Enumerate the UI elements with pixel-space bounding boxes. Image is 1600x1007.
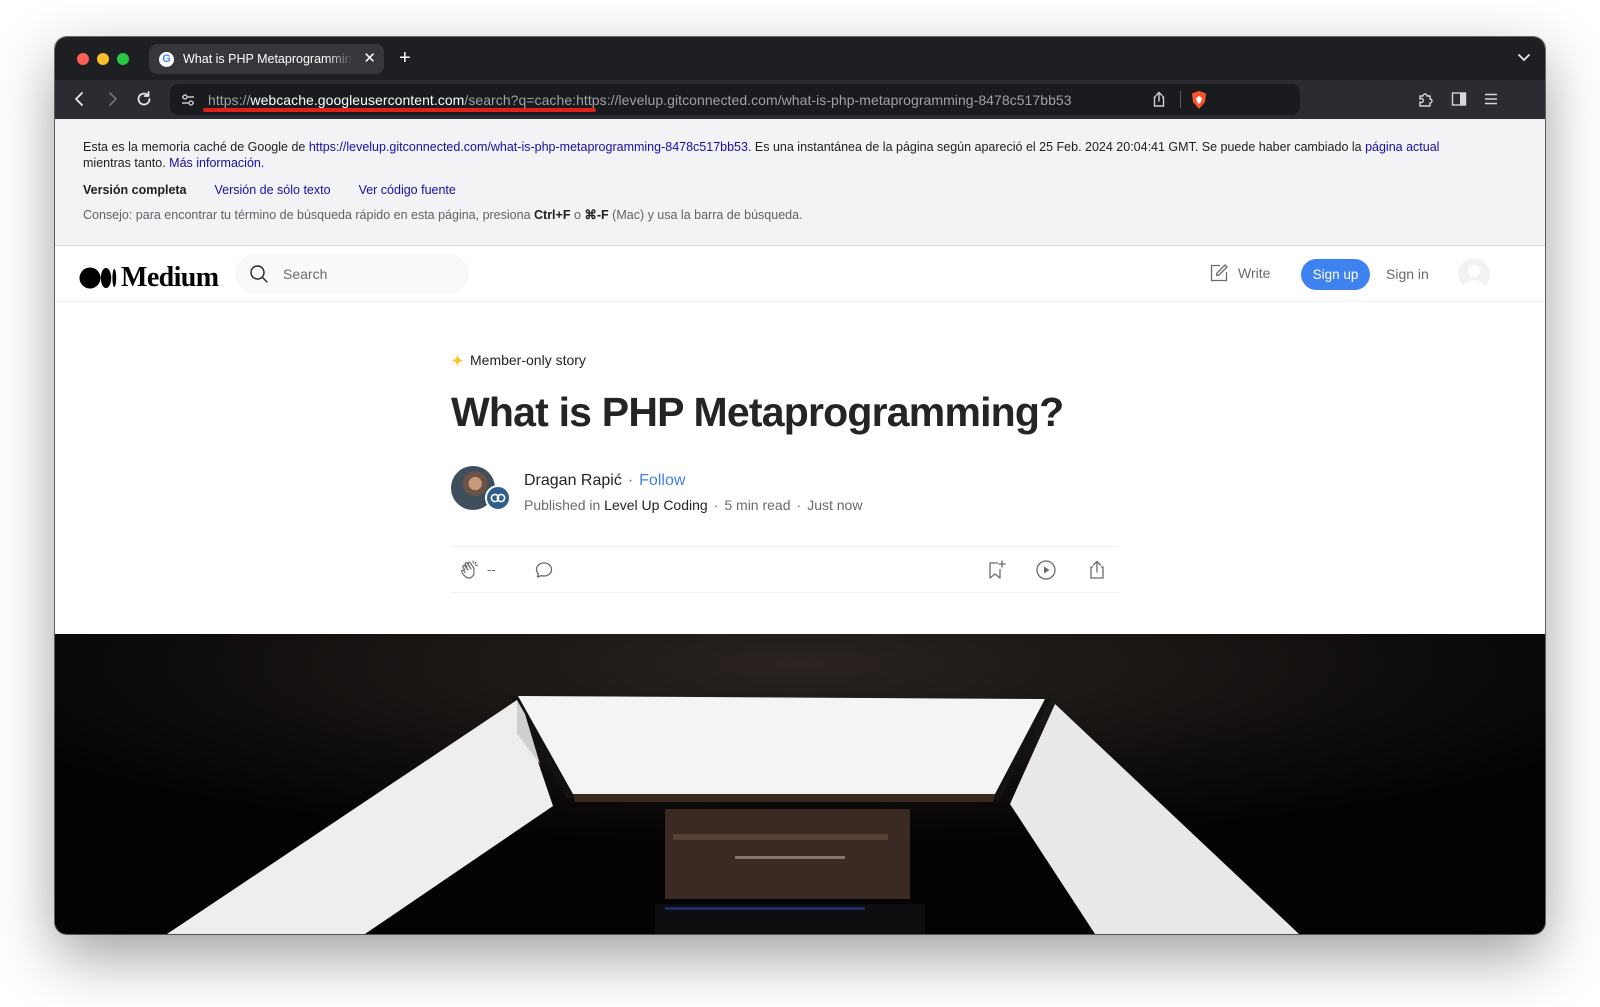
tab-list-chevron-icon[interactable]: [1517, 50, 1531, 64]
browser-window: G What is PHP Metaprogramming? ✕ + https…: [55, 37, 1545, 934]
article-meta: Published in Level Up Coding · 5 min read ·…: [524, 497, 862, 513]
reload-icon[interactable]: [135, 90, 153, 108]
member-only-badge: Member-only story: [451, 352, 586, 368]
minimize-window-button[interactable]: [97, 53, 109, 65]
full-version-label: Versión completa: [83, 183, 187, 197]
current-page-link[interactable]: página actual: [1365, 140, 1439, 154]
medium-header: Medium Search Write Sign up Sign in: [55, 246, 1545, 302]
default-user-icon: [1463, 265, 1485, 290]
tab-strip: G What is PHP Metaprogramming? ✕ +: [55, 37, 1545, 80]
close-tab-icon[interactable]: ✕: [363, 51, 376, 66]
author-line: Dragan Rapić · Follow: [524, 472, 685, 490]
search-input[interactable]: Search: [235, 254, 469, 294]
search-placeholder: Search: [283, 266, 328, 282]
tip-or: o: [570, 208, 585, 222]
medium-logo-mark-icon: [79, 267, 117, 289]
close-window-button[interactable]: [77, 53, 89, 65]
bookmark-add-icon[interactable]: [985, 559, 1007, 581]
share-article-icon[interactable]: [1086, 559, 1108, 581]
tip-shortcut-cmd-f: ⌘-F: [584, 208, 609, 222]
url-path: /search?q=cache:https://levelup.gitconne…: [464, 92, 1072, 108]
site-settings-icon[interactable]: [180, 92, 196, 108]
cache-notice: Esta es la memoria caché de Google de ht…: [83, 139, 1517, 171]
comment-bubble-icon[interactable]: [533, 559, 555, 581]
listen-play-icon[interactable]: [1035, 559, 1057, 581]
more-info-link[interactable]: Más información.: [169, 156, 264, 170]
search-icon: [250, 265, 268, 283]
member-only-label: Member-only story: [470, 352, 586, 368]
article-action-bar: --: [451, 546, 1119, 593]
cache-intro-text: Esta es la memoria caché de Google de: [83, 140, 309, 154]
url-scheme: https://: [208, 92, 251, 108]
write-pencil-icon: [1210, 264, 1228, 282]
meta-separator: ·: [796, 497, 802, 513]
meta-separator: ·: [713, 497, 719, 513]
monitors-photo: [55, 634, 1545, 934]
clap-icon[interactable]: [459, 559, 481, 581]
address-divider: [1180, 91, 1181, 108]
author-name[interactable]: Dragan Rapić: [524, 472, 622, 489]
tab-title: What is PHP Metaprogramming?: [183, 52, 353, 66]
published-time: Just now: [807, 497, 863, 513]
tip-shortcut-ctrl-f: Ctrl+F: [534, 208, 571, 222]
forward-arrow-icon[interactable]: [103, 90, 121, 108]
read-time: 5 min read: [724, 497, 791, 513]
snapshot-text: . Es una instantánea de la página según …: [747, 140, 1366, 154]
member-star-icon: [451, 353, 464, 367]
view-source-link[interactable]: Ver código fuente: [359, 183, 456, 197]
url-text: https://webcache.googleusercontent.com/s…: [208, 92, 1072, 108]
menu-hamburger-icon[interactable]: [1483, 91, 1499, 107]
write-button[interactable]: Write: [1209, 263, 1270, 283]
author-separator: ·: [627, 472, 634, 489]
cache-version-links: Versión completa Versión de sólo texto V…: [83, 183, 1517, 197]
tip-prefix: Consejo: para encontrar tu término de bú…: [83, 208, 534, 222]
back-arrow-icon[interactable]: [71, 90, 89, 108]
meanwhile-text: mientras tanto.: [83, 156, 170, 170]
extensions-puzzle-icon[interactable]: [1417, 90, 1435, 108]
browser-toolbar: https://webcache.googleusercontent.com/s…: [55, 80, 1545, 119]
write-label: Write: [1238, 265, 1271, 281]
medium-logo-word: Medium: [121, 262, 219, 293]
url-host: webcache.googleusercontent.com: [250, 92, 465, 108]
new-tab-button[interactable]: +: [399, 47, 411, 69]
google-cache-banner: Esta es la memoria caché de Google de ht…: [55, 119, 1545, 246]
url-highlight-underline: [203, 108, 596, 112]
published-in-label: Published in: [524, 497, 605, 513]
sign-up-button[interactable]: Sign up: [1301, 259, 1370, 290]
sidebar-toggle-icon[interactable]: [1451, 91, 1467, 107]
tip-suffix: (Mac) y usa la barra de búsqueda.: [608, 208, 803, 222]
article-hero-image: [55, 634, 1545, 934]
follow-link[interactable]: Follow: [639, 472, 685, 489]
user-avatar-placeholder[interactable]: [1458, 258, 1490, 290]
article-title: What is PHP Metaprogramming?: [451, 389, 1064, 435]
level-up-coding-logo-icon: [490, 493, 506, 503]
brave-shields-icon[interactable]: [1190, 90, 1208, 110]
google-favicon-icon: G: [159, 51, 174, 67]
clap-count: --: [487, 562, 496, 577]
active-tab[interactable]: G What is PHP Metaprogramming? ✕: [149, 44, 384, 74]
cached-url-link[interactable]: https://levelup.gitconnected.com/what-is…: [309, 140, 748, 154]
publication-logo[interactable]: [485, 485, 511, 511]
share-icon[interactable]: [1151, 91, 1167, 108]
sign-in-link[interactable]: Sign in: [1386, 266, 1429, 282]
publication-name[interactable]: Level Up Coding: [604, 497, 708, 513]
screen: G What is PHP Metaprogramming? ✕ + https…: [0, 0, 1600, 1007]
text-only-version-link[interactable]: Versión de sólo texto: [215, 183, 331, 197]
zoom-window-button[interactable]: [117, 53, 129, 65]
cache-tip: Consejo: para encontrar tu término de bú…: [83, 207, 1517, 223]
medium-logo[interactable]: Medium: [79, 262, 219, 294]
